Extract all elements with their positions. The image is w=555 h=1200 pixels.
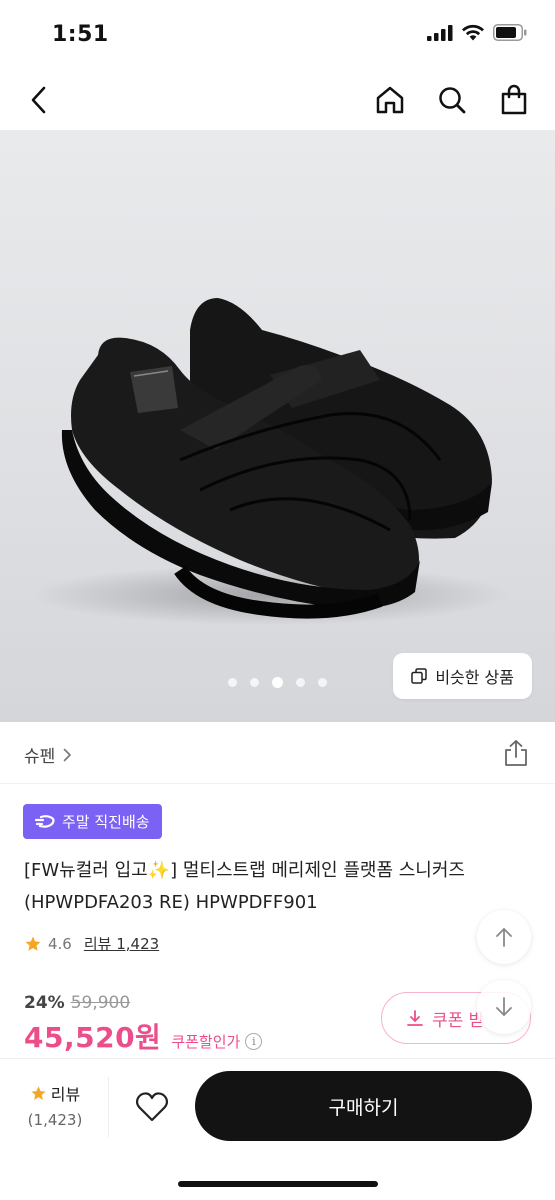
arrow-up-icon [496, 928, 512, 947]
product-image-carousel[interactable]: 비슷한 상품 [0, 130, 555, 722]
product-image-sneakers [30, 298, 510, 625]
heart-icon [135, 1092, 169, 1122]
discount-row: 24% 59,900 [24, 993, 130, 1013]
delivery-badge: 주말 직진배송 [23, 804, 162, 839]
review-summary-button[interactable]: 리뷰 (1,423) [24, 1081, 86, 1129]
arrow-down-icon [496, 997, 512, 1016]
carousel-dot[interactable] [318, 678, 327, 687]
star-icon [25, 936, 41, 951]
download-icon [407, 1010, 423, 1026]
buy-button[interactable]: 구매하기 [195, 1071, 532, 1141]
chevron-left-icon [31, 86, 46, 114]
price-row: 45,520원 쿠폰할인가 i [24, 1016, 263, 1056]
back-button[interactable] [19, 80, 59, 120]
share-button[interactable] [501, 738, 531, 768]
carousel-dot[interactable] [250, 678, 259, 687]
similar-products-label: 비슷한 상품 [435, 668, 514, 687]
wifi-icon [462, 24, 484, 41]
share-icon [505, 740, 527, 766]
review-count: (1,423) [27, 1111, 83, 1129]
brand-row: 슈펜 [0, 722, 555, 784]
search-button[interactable] [432, 80, 472, 120]
carousel-dot[interactable] [296, 678, 305, 687]
bottom-action-bar: 리뷰 (1,423) 구매하기 [0, 1058, 555, 1200]
rating-row: 4.6 리뷰 1,423 [24, 933, 159, 954]
product-title: [FW뉴컬러 입고✨] 멀티스트랩 메리제인 플랫폼 스니커즈 (HPWPDFA… [24, 860, 465, 913]
rating-value: 4.6 [48, 934, 72, 953]
battery-icon [493, 24, 527, 41]
review-summary-label: 리뷰 [24, 1081, 86, 1105]
cart-button[interactable] [494, 80, 534, 120]
home-icon [376, 86, 404, 114]
discount-percent: 24% [24, 993, 65, 1013]
star-icon [31, 1085, 46, 1100]
shopping-bag-icon [501, 84, 527, 115]
fast-delivery-icon [35, 814, 55, 828]
coupon-price-text: 쿠폰할인가 [171, 1033, 241, 1051]
search-icon [439, 87, 466, 114]
home-button[interactable] [370, 80, 410, 120]
brand-link[interactable]: 슈펜 [24, 742, 72, 767]
home-indicator [178, 1181, 378, 1187]
carousel-dot[interactable] [228, 678, 237, 687]
scroll-up-button[interactable] [477, 910, 531, 964]
cellular-signal-icon [427, 24, 453, 41]
status-bar: 1:51 [0, 0, 555, 70]
scroll-down-button[interactable] [477, 980, 531, 1034]
delivery-badge-label: 주말 직진배송 [62, 813, 150, 831]
similar-products-button[interactable]: 비슷한 상품 [393, 653, 532, 699]
status-time: 1:51 [52, 22, 109, 47]
chevron-right-icon [63, 748, 72, 761]
status-icons [427, 24, 527, 41]
review-label: 리뷰 [50, 1085, 81, 1104]
original-price: 59,900 [70, 993, 131, 1013]
info-icon[interactable]: i [245, 1033, 263, 1050]
review-link[interactable]: 리뷰 1,423 [84, 933, 159, 954]
sale-price: 45,520원 [24, 1021, 162, 1054]
copy-icon [411, 668, 428, 684]
brand-name: 슈펜 [24, 747, 56, 767]
divider [108, 1077, 109, 1137]
coupon-price-label: 쿠폰할인가 i [171, 1031, 263, 1052]
top-nav-bar [0, 70, 555, 130]
wishlist-button[interactable] [132, 1087, 172, 1127]
carousel-dot-active[interactable] [272, 677, 283, 688]
